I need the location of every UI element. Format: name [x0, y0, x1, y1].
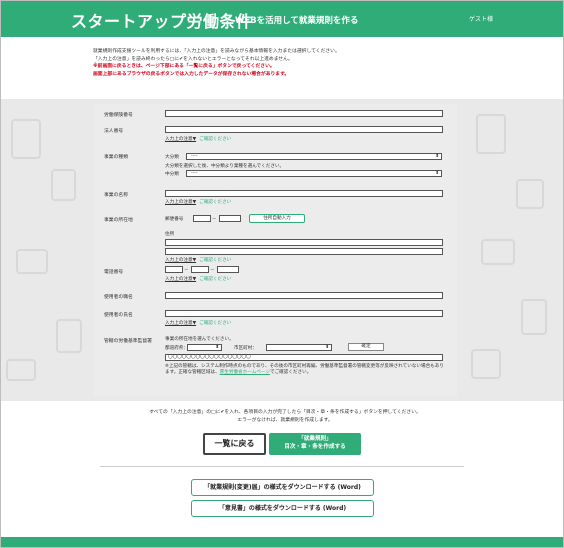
minor-select[interactable]: ---- ⬍: [186, 170, 442, 177]
notice-check[interactable]: ご確認ください: [199, 200, 231, 205]
notice-toggle[interactable]: 入力上の注意▼: [165, 200, 196, 205]
phone-input-2[interactable]: [191, 266, 209, 273]
mhlw-link[interactable]: 厚生労働省ホームページ: [220, 370, 270, 375]
prefecture-select[interactable]: ⬍: [187, 344, 222, 351]
location-label: 事業の所在地: [104, 218, 133, 223]
notice-toggle[interactable]: 入力上の注意▼: [165, 258, 196, 263]
employer-name-label: 使用者の氏名: [104, 313, 133, 318]
create-rules-button[interactable]: 「就業規則」 目次・章・条を作成する: [269, 433, 361, 455]
notice-check[interactable]: ご確認ください: [199, 277, 231, 282]
address-input-1[interactable]: [165, 239, 443, 246]
major-value: ----: [191, 154, 198, 159]
notice-check[interactable]: ご確認ください: [199, 137, 231, 142]
insurance-no-input[interactable]: [165, 110, 443, 117]
corp-no-input[interactable]: [165, 126, 443, 133]
business-name-notice: 入力上の注意▼ ご確認ください: [165, 199, 231, 205]
office-note-text-2: でご確認ください。: [269, 370, 312, 375]
phone-dash-1: －: [184, 268, 189, 273]
prefecture-label: 都道府県：: [165, 346, 188, 351]
back-to-list-button[interactable]: 一覧に戻る: [203, 433, 266, 455]
city-label: 市区町村：: [234, 346, 257, 351]
address-input-2[interactable]: [165, 248, 443, 255]
business-type-label: 事業の種類: [104, 155, 128, 160]
insurance-no-label: 労働保険番号: [104, 113, 133, 118]
minor-value: ----: [191, 171, 198, 176]
employer-title-input[interactable]: [165, 292, 443, 299]
footer-instructions-2: エラーがなければ、就業規則を作成します。: [237, 417, 333, 423]
location-notice: 入力上の注意▼ ご確認ください: [165, 257, 231, 263]
chevron-down-icon: ⬍: [435, 171, 439, 176]
auto-address-button[interactable]: 住所自動入力: [249, 214, 305, 223]
phone-label: 電話番号: [104, 270, 124, 275]
footer-instructions: すべての「入力上の注意」の□に✔を入れ、各項目の入力が完了したら「目次・章・条を…: [140, 409, 430, 424]
employer-name-input[interactable]: [165, 310, 443, 317]
notice-toggle[interactable]: 入力上の注意▼: [165, 277, 196, 282]
notice-check[interactable]: ご確認ください: [199, 321, 231, 326]
major-select[interactable]: ---- ⬍: [186, 153, 442, 160]
office-note: ※上記の管轄は、システム制作時点のものであり、その後の市区町村再編、労働基準監督…: [165, 364, 445, 376]
notice-line-2: 「入力上の注意」を読み終わったら□に✔を入れないとエラーとなってそれ以上進めませ…: [93, 56, 293, 62]
office-hint: 事業の所在地を選んでください。: [165, 337, 234, 342]
divider: [100, 466, 464, 467]
employer-name-notice: 入力上の注意▼ ご確認ください: [165, 320, 231, 326]
app-subtitle: WEBを活用して就業規則を作る: [235, 16, 359, 26]
guest-label: ゲスト様: [469, 16, 494, 23]
phone-input-1[interactable]: [165, 266, 183, 273]
major-hint: 大分類を選択した後、中分類より業種を選んでください。: [165, 164, 285, 169]
download-rules-change-button[interactable]: 「就業規則(変更)届」の様式をダウンロードする (Word): [191, 479, 374, 496]
notice-line-1: 就業規則作成支援ツールを利用するには、「入力上の注意」を読みながら基本情報を入力…: [93, 49, 340, 54]
confirm-button[interactable]: 確定: [348, 343, 384, 351]
notice: 就業規則作成支援ツールを利用するには、「入力上の注意」を読みながら基本情報を入力…: [93, 48, 473, 78]
create-rules-label-2: 目次・章・条を作成する: [284, 443, 346, 450]
major-label: 大分類: [165, 155, 179, 160]
chevron-down-icon: ⬍: [325, 345, 329, 350]
address-label: 住所: [165, 232, 175, 237]
office-label: 管轄の労働基準監督署: [104, 339, 152, 344]
app-title: スタートアップ労働条件: [71, 12, 253, 31]
postal-label: 郵便番号: [165, 217, 184, 222]
footer-instructions-1: すべての「入力上の注意」の□に✔を入れ、各項目の入力が完了したら「目次・章・条を…: [149, 410, 421, 415]
notice-toggle[interactable]: 入力上の注意▼: [165, 137, 196, 142]
corp-no-label: 法人番号: [104, 129, 124, 134]
minor-label: 中分類: [165, 172, 179, 177]
notice-check[interactable]: ご確認ください: [199, 258, 231, 263]
city-select[interactable]: ⬍: [266, 344, 332, 351]
footer-bar: [1, 537, 563, 547]
notice-warning-1: ※前画面に戻るときは、ページ下部にある「一覧に戻る」ボタンで戻ってください。: [93, 64, 275, 69]
business-name-input[interactable]: [165, 190, 443, 197]
chevron-down-icon: ⬍: [215, 345, 219, 350]
employer-title-label: 使用者の職名: [104, 295, 133, 300]
notice-warning-2: 画面上部にあるブラウザの戻るボタンでは入力したデータが保存されない場合があります…: [93, 71, 290, 77]
chevron-down-icon: ⬍: [435, 154, 439, 159]
postal-input-1[interactable]: [193, 215, 211, 222]
business-name-label: 事業の名称: [104, 193, 128, 198]
corp-no-notice: 入力上の注意▼ ご確認ください: [165, 136, 231, 142]
download-opinion-button[interactable]: 「意見書」の様式をダウンロードする (Word): [191, 500, 374, 517]
phone-dash-2: －: [210, 268, 215, 273]
phone-notice: 入力上の注意▼ ご確認ください: [165, 276, 231, 282]
postal-input-2[interactable]: [219, 215, 241, 222]
office-output: 〇〇〇〇〇〇〇〇〇〇〇〇〇〇〇〇〇〇: [165, 354, 443, 361]
create-rules-label-1: 「就業規則」: [298, 436, 332, 442]
postal-dash: －: [212, 217, 217, 222]
notice-toggle[interactable]: 入力上の注意▼: [165, 321, 196, 326]
phone-input-3[interactable]: [217, 266, 239, 273]
header: スタートアップ労働条件 WEBを活用して就業規則を作る ゲスト様: [1, 1, 563, 37]
